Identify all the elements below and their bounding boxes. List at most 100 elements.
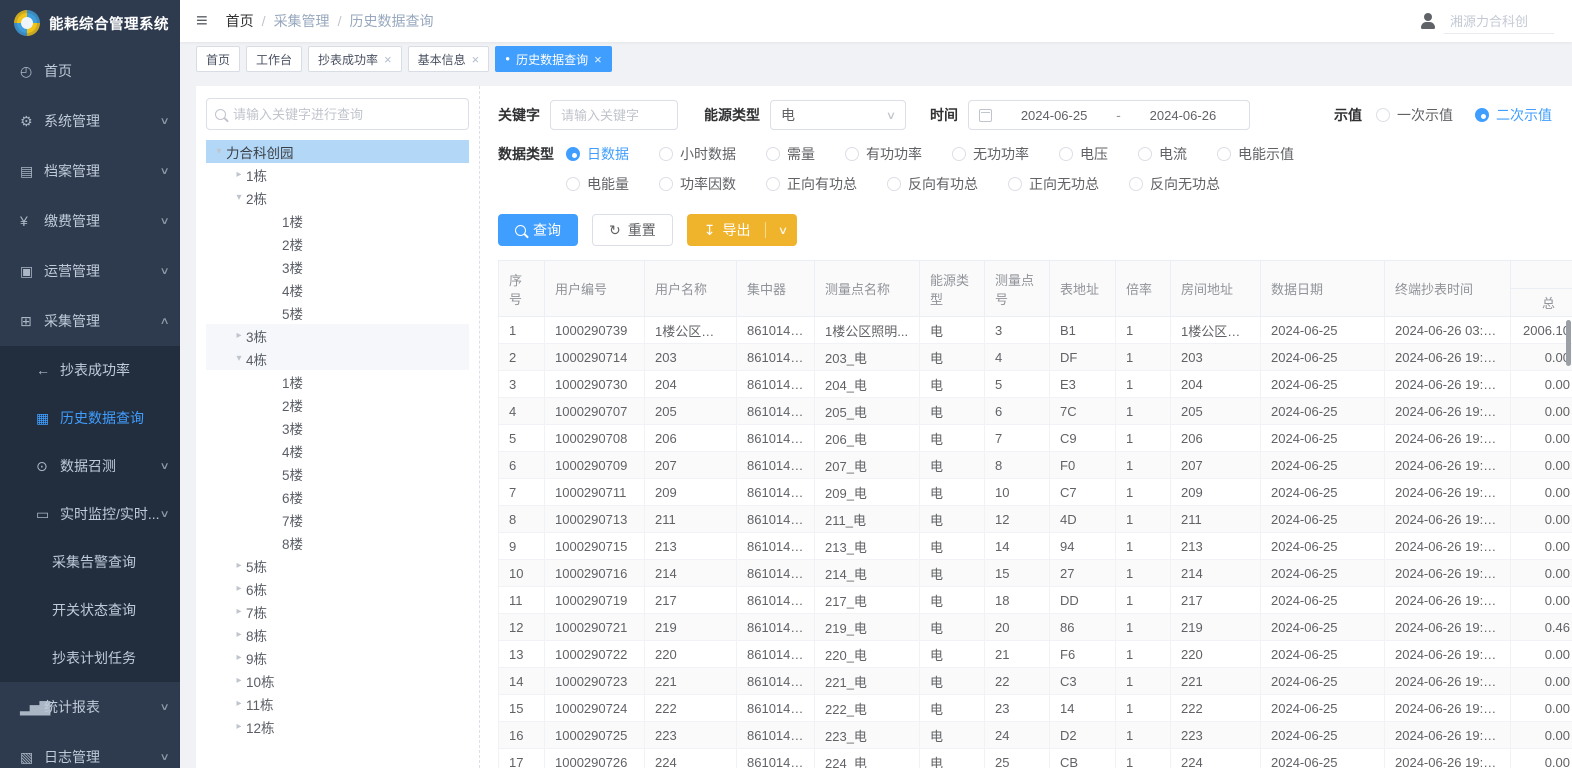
tree-expand-icon[interactable]: ▸ (232, 606, 246, 617)
tree-collapse-icon[interactable]: ▾ (232, 192, 246, 203)
sidebar-collapse-icon[interactable]: ≡ (196, 10, 208, 33)
table-row[interactable]: 10100029071621486101414214_电电15271214202… (499, 560, 1572, 587)
table-row[interactable]: 13100029072222086101414220_电电21F61220202… (499, 641, 1572, 668)
sidebar-item-stats-report[interactable]: ▂▅▇统计报表∨ (0, 682, 180, 732)
close-icon[interactable]: × (594, 53, 602, 66)
tree-node[interactable]: 5楼 (206, 462, 469, 485)
table-row[interactable]: 11100029071921786101414217_电电18DD1217202… (499, 587, 1572, 614)
table-row[interactable]: 4100029070720586101414205_电电67C12052024-… (499, 398, 1572, 425)
radio-display-value[interactable]: 一次示值 (1376, 105, 1453, 125)
sidebar-item-collect-alarm-query[interactable]: 采集告警查询 (0, 538, 180, 586)
tree-node[interactable]: ▸7栋 (206, 600, 469, 623)
user-area[interactable]: 湘源力合科创 (1420, 9, 1554, 34)
radio-data-type[interactable]: 需量 (766, 144, 815, 164)
tree-node[interactable]: ▸1栋 (206, 163, 469, 186)
sidebar-item-switch-status-query[interactable]: 开关状态查询 (0, 586, 180, 634)
reset-button[interactable]: ↻ 重置 (592, 214, 673, 246)
tree-node[interactable]: ▸3栋 (206, 324, 469, 347)
chevron-down-icon[interactable]: ∨ (778, 224, 788, 237)
tab-workbench[interactable]: 工作台 (246, 46, 302, 72)
tree-node[interactable]: ▾2栋 (206, 186, 469, 209)
tree-expand-icon[interactable]: ▸ (232, 330, 246, 341)
sidebar-item-payment-mgmt[interactable]: ¥缴费管理∨ (0, 196, 180, 246)
sidebar-item-meter-read-rate[interactable]: ←抄表成功率 (0, 346, 180, 394)
sidebar-item-archive-mgmt[interactable]: ▤档案管理∨ (0, 146, 180, 196)
tree-node[interactable]: 4楼 (206, 278, 469, 301)
tree-expand-icon[interactable]: ▸ (232, 560, 246, 571)
table-row[interactable]: 8100029071321186101414211_电电124D12112024… (499, 506, 1572, 533)
tree-node[interactable]: ▸9栋 (206, 646, 469, 669)
radio-data-type[interactable]: 反向有功总 (887, 174, 978, 194)
table-row[interactable]: 17100029072622486101414224_电电25CB1224202… (499, 749, 1572, 768)
radio-data-type[interactable]: 小时数据 (659, 144, 736, 164)
date-range-picker[interactable]: 2024-06-25 - 2024-06-26 (968, 100, 1250, 130)
tree-expand-icon[interactable]: ▸ (232, 721, 246, 732)
radio-display-value[interactable]: 二次示值 (1475, 105, 1552, 125)
sidebar-item-meter-read-plan[interactable]: 抄表计划任务 (0, 634, 180, 682)
table-row[interactable]: 12100029072121986101414219_电电20861219202… (499, 614, 1572, 641)
table-row[interactable]: 2100029071420386101414203_电电4DF12032024-… (499, 344, 1572, 371)
close-icon[interactable]: × (472, 53, 480, 66)
sidebar-item-home[interactable]: ◴首页 (0, 46, 180, 96)
tree-node[interactable]: ▸8栋 (206, 623, 469, 646)
tree-expand-icon[interactable]: ▸ (232, 629, 246, 640)
query-button[interactable]: 查询 (498, 214, 578, 246)
tree-node[interactable]: ▾力合科创园 (206, 140, 469, 163)
table-row[interactable]: 14100029072322186101414221_电电22C31221202… (499, 668, 1572, 695)
table-row[interactable]: 3100029073020486101414204_电电5E312042024-… (499, 371, 1572, 398)
radio-data-type[interactable]: 日数据 (566, 144, 629, 164)
tab-home[interactable]: 首页 (196, 46, 240, 72)
table-row[interactable]: 15100029072422286101414222_电电23141222202… (499, 695, 1572, 722)
tree-node[interactable]: 4楼 (206, 439, 469, 462)
close-icon[interactable]: × (384, 53, 392, 66)
sidebar-item-system-mgmt[interactable]: ⚙系统管理∨ (0, 96, 180, 146)
tab-history-data-query[interactable]: ●历史数据查询× (495, 46, 611, 72)
radio-data-type[interactable]: 正向有功总 (766, 174, 857, 194)
export-button[interactable]: ↧ 导出 ∨ (687, 214, 797, 246)
table-row[interactable]: 6100029070920786101414207_电电8F012072024-… (499, 452, 1572, 479)
tab-meter-read-rate[interactable]: 抄表成功率× (308, 46, 402, 72)
tree-collapse-icon[interactable]: ▾ (232, 353, 246, 364)
tree-node[interactable]: 6楼 (206, 485, 469, 508)
tree-node[interactable]: 2楼 (206, 232, 469, 255)
tree-expand-icon[interactable]: ▸ (232, 169, 246, 180)
sidebar-item-operation-mgmt[interactable]: ▣运营管理∨ (0, 246, 180, 296)
tree-node[interactable]: 1楼 (206, 209, 469, 232)
tree-expand-icon[interactable]: ▸ (232, 675, 246, 686)
tree-node[interactable]: 3楼 (206, 255, 469, 278)
radio-data-type[interactable]: 电压 (1059, 144, 1108, 164)
sidebar-item-history-data-query[interactable]: ▦历史数据查询 (0, 394, 180, 442)
keyword-input[interactable] (550, 100, 678, 130)
tree-node[interactable]: ▾4栋 (206, 347, 469, 370)
radio-data-type[interactable]: 无功功率 (952, 144, 1029, 164)
tree-node[interactable]: ▸10栋 (206, 669, 469, 692)
tree-expand-icon[interactable]: ▸ (232, 698, 246, 709)
tree-node[interactable]: ▸12栋 (206, 715, 469, 738)
radio-data-type[interactable]: 正向无功总 (1008, 174, 1099, 194)
tree-expand-icon[interactable]: ▸ (232, 583, 246, 594)
table-row[interactable]: 16100029072522386101414223_电电24D21223202… (499, 722, 1572, 749)
tree-node[interactable]: 3楼 (206, 416, 469, 439)
radio-data-type[interactable]: 电流 (1138, 144, 1187, 164)
tree-node[interactable]: 2楼 (206, 393, 469, 416)
sidebar-item-log-mgmt[interactable]: ▧日志管理∨ (0, 732, 180, 768)
tree-node[interactable]: ▸6栋 (206, 577, 469, 600)
table-row[interactable]: 5100029070820686101414206_电电7C912062024-… (499, 425, 1572, 452)
energy-type-select[interactable]: 电 ∨ (770, 100, 906, 130)
radio-data-type[interactable]: 电能示值 (1217, 144, 1294, 164)
tree-node[interactable]: 1楼 (206, 370, 469, 393)
radio-data-type[interactable]: 电能量 (566, 174, 629, 194)
tree-node[interactable]: ▸11栋 (206, 692, 469, 715)
sidebar-item-collection-mgmt[interactable]: ⊞采集管理∧ (0, 296, 180, 346)
tree-node[interactable]: ▸5栋 (206, 554, 469, 577)
table-row[interactable]: 7100029071120986101414209_电电10C712092024… (499, 479, 1572, 506)
tree-node[interactable]: 7楼 (206, 508, 469, 531)
tree-search-input[interactable] (233, 107, 460, 122)
table-row[interactable]: 9100029071521386101414213_电电149412132024… (499, 533, 1572, 560)
radio-data-type[interactable]: 有功功率 (845, 144, 922, 164)
radio-data-type[interactable]: 功率因数 (659, 174, 736, 194)
radio-data-type[interactable]: 反向无功总 (1129, 174, 1220, 194)
vertical-scrollbar[interactable] (1566, 320, 1571, 366)
sidebar-item-realtime-monitor[interactable]: ▭实时监控/实时...∨ (0, 490, 180, 538)
breadcrumb-item[interactable]: 采集管理 (274, 11, 330, 31)
